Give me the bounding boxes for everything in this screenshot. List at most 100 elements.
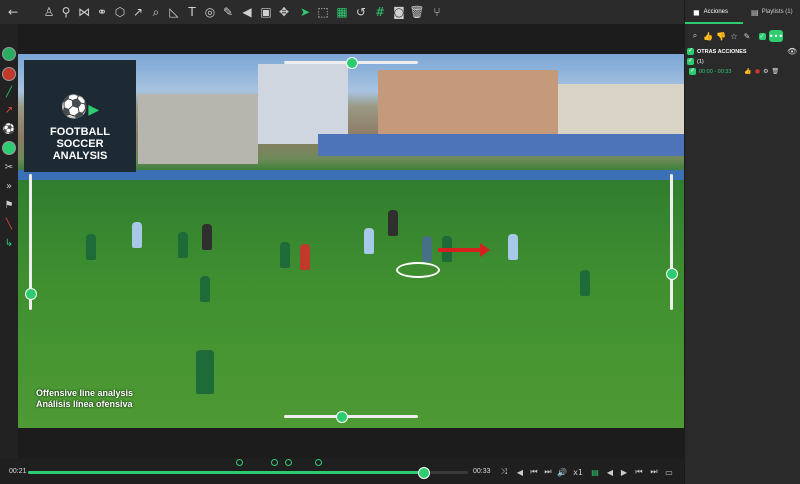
camera-icon[interactable]: ◙ [390,3,408,21]
step-back-icon[interactable]: ◀ [514,466,526,478]
clip-icon[interactable]: ▤ [589,466,601,478]
next-frame-icon[interactable]: ⏭ [542,466,554,478]
logo-text-line1: FOOTBALL [50,126,110,138]
undo-icon[interactable]: ↺ [352,3,370,21]
green-circle-icon[interactable] [1,46,17,62]
tab-playlists[interactable]: ▤ Playlists (1) [751,0,793,24]
merge-icon[interactable]: ⑂ [428,3,446,21]
move-icon[interactable]: ✥ [275,3,293,21]
green-arrow-icon[interactable]: ↳ [1,235,17,251]
panel-actions: ⌕ 👍 👎 ☆ ✎ ✓ ••• [689,30,799,44]
pencil-icon[interactable]: ✎ [741,30,753,42]
movement-arrow-head [480,243,490,257]
stand [138,94,258,164]
group-row[interactable]: ✓ OTRAS ACCIONES 👁 [687,47,797,56]
video-stage: ⚽▶ FOOTBALL SOCCER ANALYSIS Offensive li… [18,24,684,458]
eraser-icon[interactable]: ╲ [1,216,17,232]
grid-icon[interactable]: # [371,3,389,21]
thumbs-down-icon[interactable]: 👎 [715,30,727,42]
search-icon[interactable]: ⌕ [147,3,165,21]
back-arrow-icon[interactable]: ← [4,3,22,21]
triangle-ruler-icon[interactable]: ◺ [165,3,183,21]
spotlight-ellipse[interactable] [396,262,440,278]
frame-right-handle[interactable] [666,268,678,280]
hexagon-icon[interactable]: ⬡ [111,3,129,21]
pencil-icon[interactable]: ✎ [219,3,237,21]
image-icon[interactable]: ▣ [257,3,275,21]
movement-arrow[interactable] [438,248,482,252]
caption-line2: Análisis línea ofensiva [36,399,133,409]
actions-icon: ◼ [693,7,700,17]
shuffle-icon[interactable]: ⤨ [498,466,510,478]
sprint-icon[interactable]: » [1,178,17,194]
delete-icon[interactable]: 🗑 [772,68,780,75]
dislike-icon[interactable]: ● [755,68,760,75]
thumbs-up-icon[interactable]: 👍 [702,30,714,42]
group-count-checkbox[interactable]: ✓ [687,58,694,65]
timeline-marker[interactable] [284,459,292,466]
clip-row[interactable]: ✓ 00:00 - 00:33 👍 ● ⚙ 🗑 [689,68,779,75]
eye-icon[interactable]: 👁 [787,47,797,56]
timeline-marker[interactable] [236,459,244,466]
video-frame[interactable]: ⚽▶ FOOTBALL SOCCER ANALYSIS Offensive li… [18,54,684,428]
settings-icon[interactable]: ⚙ [763,68,768,75]
target-icon[interactable]: ◎ [201,3,219,21]
player-cut-icon[interactable]: ✂ [1,159,17,175]
like-icon[interactable]: 👍 [744,68,751,75]
rewind-icon[interactable]: ◀ [604,466,616,478]
toolbar: ← ♙ ⚲ ⋈ ⚭ ⬡ ↗ ⌕ ◺ T ◎ ✎ ◀ ▣ ✥ ➤ ⬚ ▦ ↺ # … [0,0,684,25]
frame-icon[interactable]: ⬚ [314,3,332,21]
building [378,70,558,144]
frame-left-handle[interactable] [25,288,37,300]
star-icon[interactable]: ☆ [728,30,740,42]
previous-frame-icon[interactable]: ⏮ [528,466,540,478]
timeline-track[interactable] [28,459,468,479]
red-circle-icon[interactable] [1,66,17,82]
player [200,276,210,302]
green-disc-icon[interactable] [1,140,17,156]
tab-playlists-label: Playlists (1) [761,9,793,15]
frame-bottom-handle[interactable] [336,411,348,423]
share-nodes-icon[interactable]: ⋈ [75,3,93,21]
text-icon[interactable]: T [183,3,201,21]
referee [300,244,310,270]
player [132,222,142,248]
runner-icon[interactable]: ⚑ [1,197,17,213]
trash-icon[interactable]: 🗑 [408,3,426,21]
spotlight-icon[interactable]: ◀ [238,3,256,21]
timeline-marker[interactable] [271,459,279,466]
arrow-diagonal-icon[interactable]: ↗ [129,3,147,21]
cursor-icon[interactable]: ➤ [296,3,314,21]
frame-bottom-line[interactable] [284,415,418,418]
frame-check-icon[interactable]: ▦ [333,3,351,21]
fullscreen-icon[interactable]: ▭ [663,466,675,478]
line-icon[interactable]: ╱ [1,84,17,100]
current-time: 00:21 [9,468,27,475]
play-icon[interactable]: ▶ [618,466,630,478]
timeline-marker[interactable] [315,459,323,466]
clip-checkbox[interactable]: ✓ [689,68,696,75]
tab-actions[interactable]: ◼ Acciones [693,0,728,24]
select-all-checkbox[interactable]: ✓ [756,30,768,42]
more-icon[interactable]: ••• [769,30,783,42]
skip-start-icon[interactable]: ⏮ [633,466,645,478]
skip-end-icon[interactable]: ⏭ [648,466,660,478]
panel-tabs: ◼ Acciones ▤ Playlists (1) [685,0,800,24]
playback-speed[interactable]: x1 [570,466,586,478]
player-run-icon[interactable]: ⚲ [57,3,75,21]
search-icon[interactable]: ⌕ [689,30,701,42]
frame-right-line[interactable] [670,174,673,310]
active-tab-indicator [685,22,743,24]
building [258,64,348,144]
connect-icon[interactable]: ⚭ [93,3,111,21]
playhead-handle[interactable] [418,467,430,479]
timeline-bar: 00:21 00:33 ⤨ ◀ ⏮ ⏭ 🔊 x1 ▤ ◀ ▶ ⏮ ⏭ ▭ [0,458,684,484]
arrow-red-icon[interactable]: ↗ [1,102,17,118]
frame-top-handle[interactable] [346,57,358,69]
player [508,234,518,260]
group-checkbox[interactable]: ✓ [687,48,694,55]
player-icon[interactable]: ♙ [40,3,58,21]
kick-icon[interactable]: ⚽ [1,121,17,137]
logo-text-line3: ANALYSIS [52,150,108,162]
volume-icon[interactable]: 🔊 [556,466,568,478]
